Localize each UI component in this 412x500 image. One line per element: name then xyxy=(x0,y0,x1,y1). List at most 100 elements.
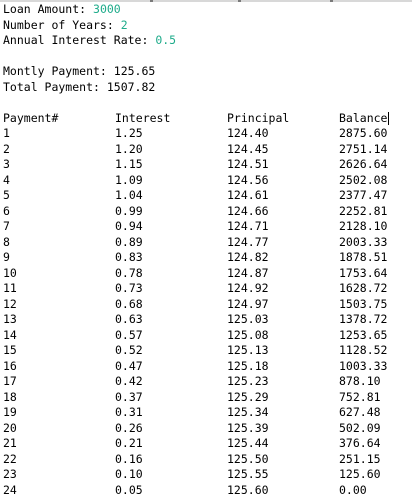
payment-number-cell: 15 xyxy=(3,343,17,357)
table-row: 4 1.09 124.56 2502.08 xyxy=(3,173,412,189)
loan-amount-line: Loan Amount: 3000 xyxy=(3,2,412,18)
table-row: 2 1.20 124.45 2751.14 xyxy=(3,142,412,158)
console-output[interactable]: Loan Amount: 3000 Number of Years: 2 Ann… xyxy=(3,2,412,500)
payment-number-cell: 24 xyxy=(3,482,17,497)
table-row: 6 0.99 124.66 2252.81 xyxy=(3,204,412,220)
balance-cell: 2875.60 xyxy=(339,126,388,140)
text-cursor xyxy=(388,111,390,125)
table-header-row: Payment# Interest Principal Balance xyxy=(3,111,412,127)
years-line: Number of Years: 2 xyxy=(3,18,412,34)
table-row: 21 0.21 125.44 376.64 xyxy=(3,436,412,452)
table-body: 1 1.25 124.40 2875.60 2 1.20 124.45 2751.14 3 1.1… xyxy=(3,126,412,498)
balance-cell: 2128.10 xyxy=(339,219,388,233)
balance-cell: 502.09 xyxy=(339,420,381,435)
interest-cell: 0.42 xyxy=(115,374,143,388)
interest-cell: 0.16 xyxy=(115,451,143,466)
principal-cell: 124.87 xyxy=(227,265,269,280)
principal-cell: 124.97 xyxy=(227,296,269,311)
payment-number-cell: 17 xyxy=(3,374,17,388)
balance-cell: 2626.64 xyxy=(339,157,388,171)
payment-number-cell: 6 xyxy=(3,203,10,218)
principal-cell: 125.60 xyxy=(227,482,269,497)
payment-number-cell: 20 xyxy=(3,420,17,435)
interest-cell: 0.99 xyxy=(115,203,143,218)
header-payment-number: Payment# xyxy=(3,110,59,125)
principal-cell: 124.71 xyxy=(227,219,269,233)
principal-cell: 125.13 xyxy=(227,343,269,357)
payment-number-cell: 4 xyxy=(3,172,10,187)
interest-cell: 0.57 xyxy=(115,327,143,342)
payment-number-cell: 10 xyxy=(3,265,17,280)
table-row: 9 0.83 124.82 1878.51 xyxy=(3,250,412,266)
interest-cell: 1.25 xyxy=(115,126,143,140)
table-row: 13 0.63 125.03 1378.72 xyxy=(3,312,412,328)
balance-cell: 1878.51 xyxy=(339,250,388,264)
principal-cell: 124.45 xyxy=(227,141,269,156)
table-row: 18 0.37 125.29 752.81 xyxy=(3,390,412,406)
monthly-payment-line: Montly Payment: 125.65 xyxy=(3,64,156,78)
principal-cell: 124.40 xyxy=(227,126,269,140)
years-value: 2 xyxy=(120,17,128,32)
loan-amount-label: Loan Amount: xyxy=(3,2,94,16)
balance-cell: 1503.75 xyxy=(339,296,388,311)
interest-cell: 1.15 xyxy=(115,157,143,171)
table-row: 22 0.16 125.50 251.15 xyxy=(3,452,412,468)
interest-cell: 0.63 xyxy=(115,312,143,326)
payment-number-cell: 1 xyxy=(3,126,10,140)
principal-cell: 125.39 xyxy=(227,420,269,435)
interest-cell: 0.52 xyxy=(115,343,143,357)
table-row: 8 0.89 124.77 2003.33 xyxy=(3,235,412,251)
principal-cell: 125.23 xyxy=(227,374,269,388)
payment-number-cell: 3 xyxy=(3,157,10,171)
principal-cell: 125.18 xyxy=(227,358,269,373)
principal-cell: 124.51 xyxy=(227,157,269,171)
table-row: 1 1.25 124.40 2875.60 xyxy=(3,126,412,142)
interest-cell: 0.21 xyxy=(115,436,143,450)
principal-cell: 124.56 xyxy=(227,172,269,187)
principal-cell: 124.66 xyxy=(227,203,269,218)
interest-cell: 0.10 xyxy=(115,467,143,481)
table-row: 7 0.94 124.71 2128.10 xyxy=(3,219,412,235)
payment-number-cell: 11 xyxy=(3,281,17,295)
balance-cell: 1378.72 xyxy=(339,312,388,326)
interest-cell: 0.31 xyxy=(115,405,143,419)
table-row: 23 0.10 125.55 125.60 xyxy=(3,467,412,483)
payment-number-cell: 12 xyxy=(3,296,17,311)
interest-cell: 0.73 xyxy=(115,281,143,295)
balance-cell: 2377.47 xyxy=(339,188,388,202)
table-row: 12 0.68 124.97 1503.75 xyxy=(3,297,412,313)
principal-cell: 124.77 xyxy=(227,234,269,249)
interest-cell: 0.68 xyxy=(115,296,143,311)
rate-line: Annual Interest Rate: 0.5 xyxy=(3,33,412,49)
payment-number-cell: 22 xyxy=(3,451,17,466)
principal-cell: 125.03 xyxy=(227,312,269,326)
payment-number-cell: 9 xyxy=(3,250,10,264)
principal-cell: 124.92 xyxy=(227,281,269,295)
header-interest: Interest xyxy=(115,110,171,125)
rate-value: 0.5 xyxy=(155,33,177,47)
principal-cell: 125.29 xyxy=(227,389,269,404)
interest-cell: 1.04 xyxy=(115,188,143,202)
interest-cell: 0.94 xyxy=(115,219,143,233)
table-row: 11 0.73 124.92 1628.72 xyxy=(3,281,412,297)
payment-number-cell: 23 xyxy=(3,467,17,481)
table-row: 3 1.15 124.51 2626.64 xyxy=(3,157,412,173)
table-row: 5 1.04 124.61 2377.47 xyxy=(3,188,412,204)
principal-cell: 124.82 xyxy=(227,250,269,264)
table-row: 19 0.31 125.34 627.48 xyxy=(3,405,412,421)
payment-number-cell: 5 xyxy=(3,188,10,202)
payment-number-cell: 21 xyxy=(3,436,17,450)
balance-cell: 1253.65 xyxy=(339,327,388,342)
principal-cell: 125.44 xyxy=(227,436,269,450)
rate-label: Annual Interest Rate: xyxy=(3,33,156,47)
table-row: 20 0.26 125.39 502.09 xyxy=(3,421,412,437)
table-row: 15 0.52 125.13 1128.52 xyxy=(3,343,412,359)
balance-cell: 2003.33 xyxy=(339,234,388,249)
principal-cell: 125.08 xyxy=(227,327,269,342)
table-row: 17 0.42 125.23 878.10 xyxy=(3,374,412,390)
header-balance: Balance xyxy=(339,110,390,125)
interest-cell: 1.20 xyxy=(115,141,143,156)
payment-number-cell: 18 xyxy=(3,389,17,404)
interest-cell: 0.26 xyxy=(115,420,143,435)
